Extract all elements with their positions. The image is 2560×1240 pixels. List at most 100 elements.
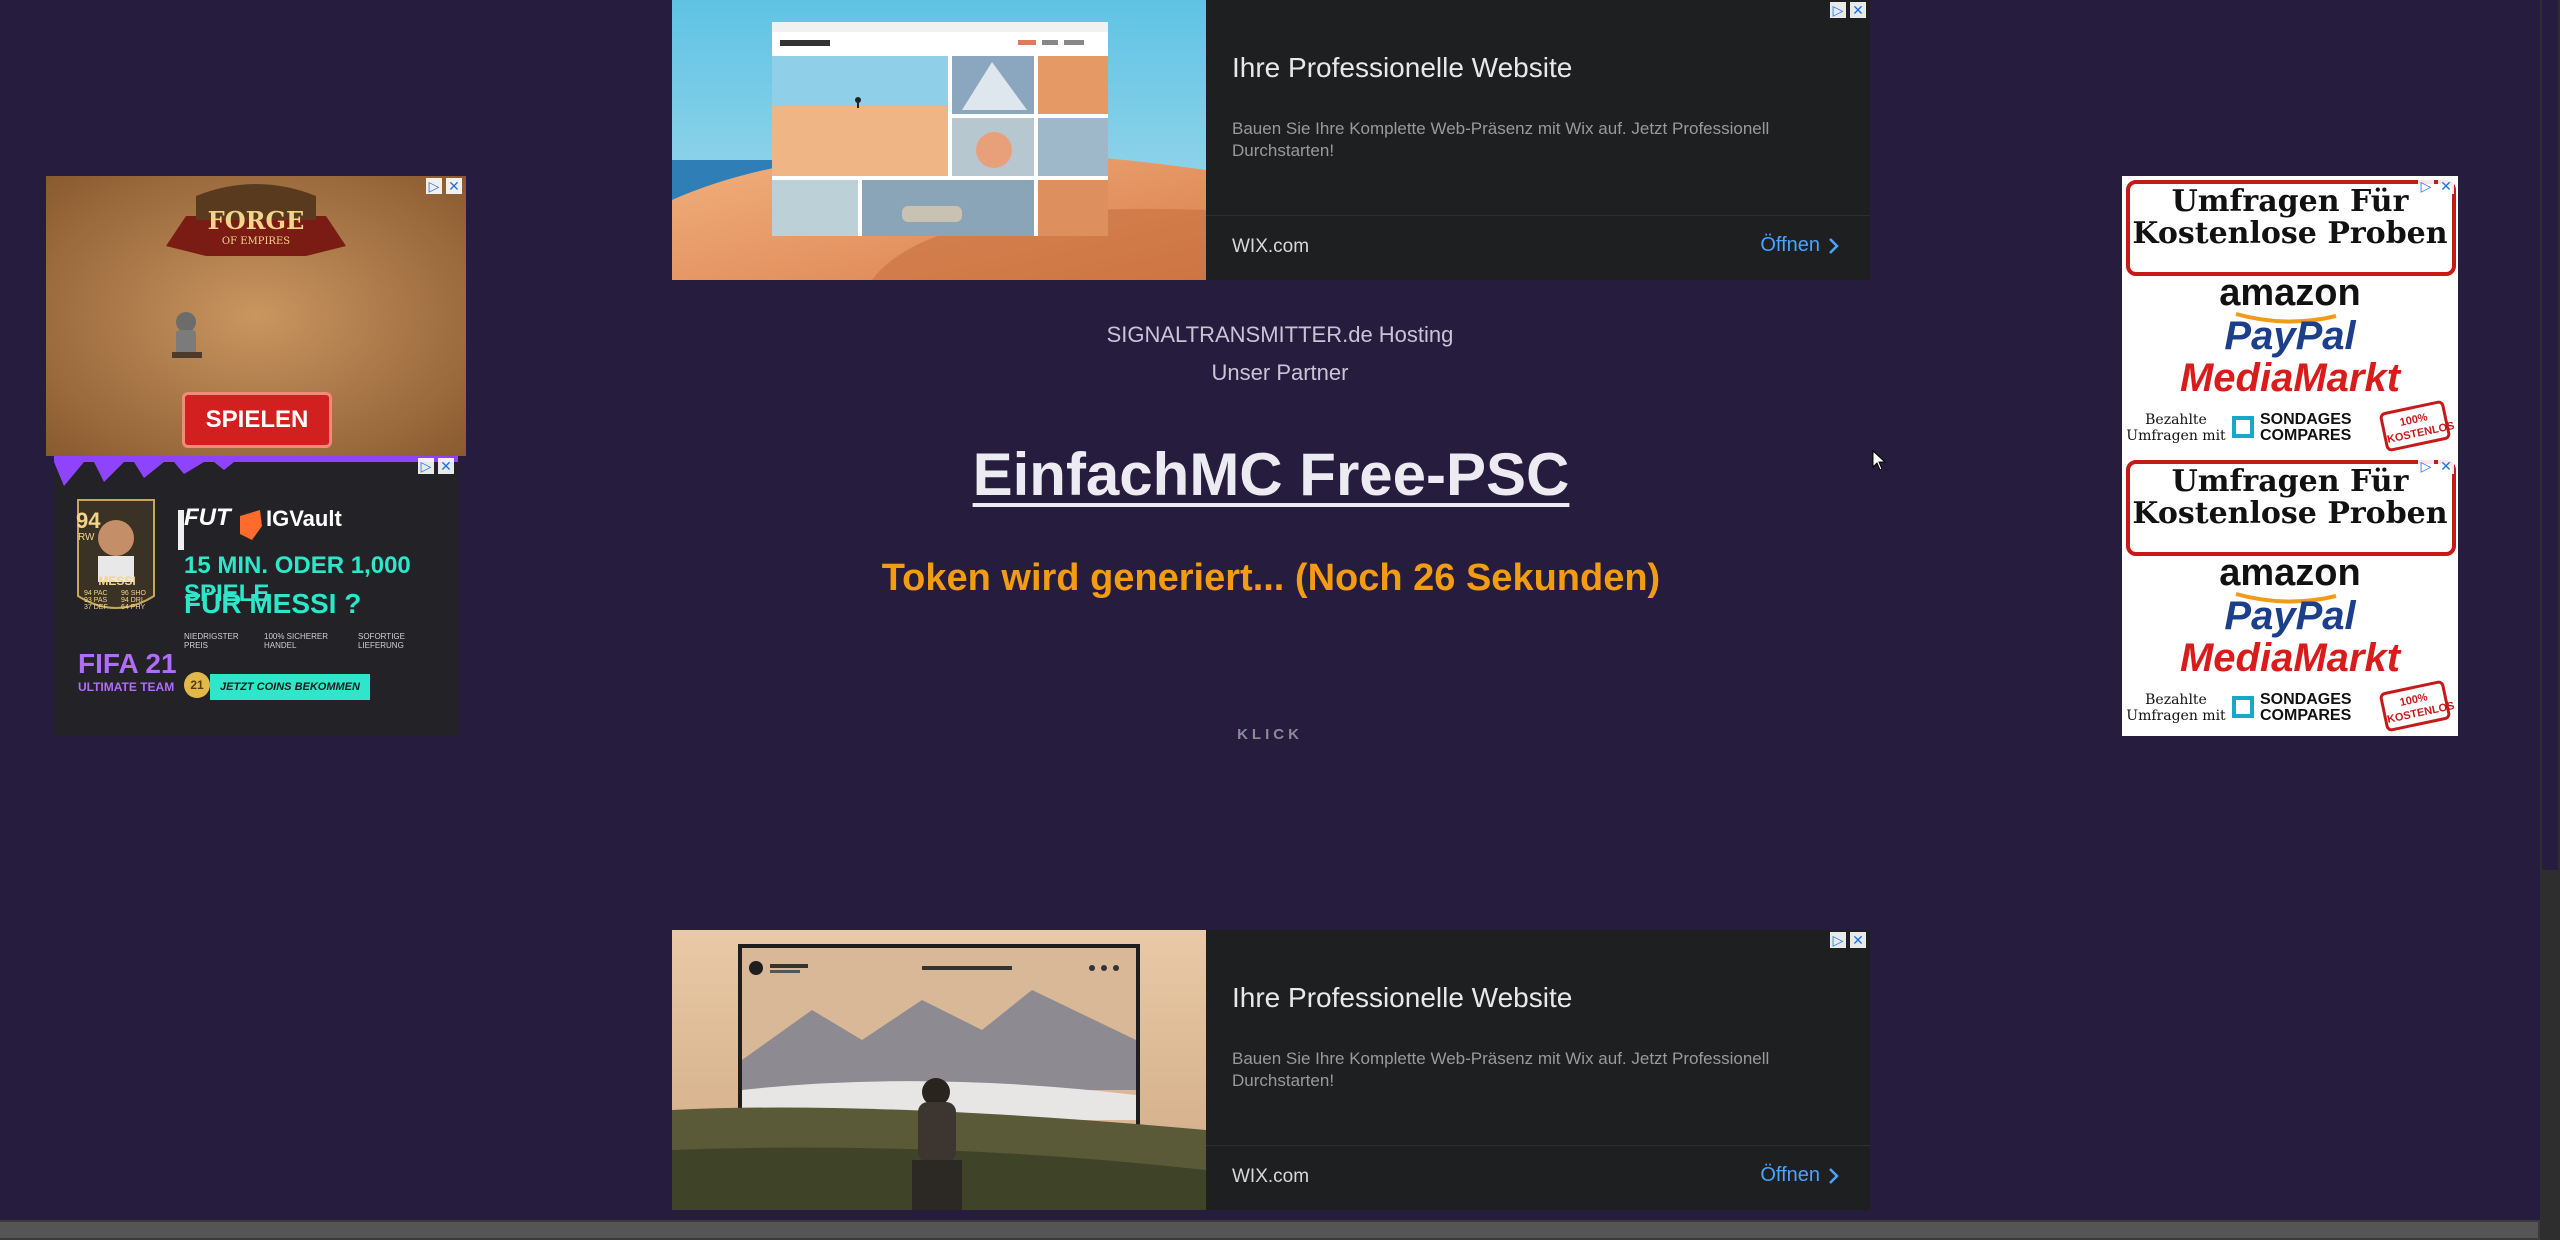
get-coins-button[interactable]: JETZT COINS BEKOMMEN <box>210 674 370 700</box>
amazon-logo: amazon <box>2219 272 2361 314</box>
survey-title-line1: Umfragen Für <box>2171 464 2409 499</box>
close-ad-icon[interactable]: ✕ <box>438 458 454 474</box>
survey-footer: Bezahlte Umfragen mit <box>2126 692 2226 724</box>
feature-item: SOFORTIGE LIEFERUNG <box>358 632 405 650</box>
adchoices-controls[interactable]: ▷ ✕ <box>1830 2 1866 18</box>
open-ad-label: Öffnen <box>1760 1164 1820 1186</box>
ad-description: Bauen Sie Ihre Komplette Web-Präsenz mit… <box>1232 119 1770 160</box>
token-status: Token wird generiert... (Noch 26 Sekunde… <box>881 557 1661 599</box>
fifa-features: NIEDRIGSTER PREIS 100% SICHERER HANDEL S… <box>184 632 428 650</box>
survey-title-line2: Kostenlose Proben <box>2132 216 2448 251</box>
survey-footer-line2: Umfragen mit <box>2126 708 2226 724</box>
card-stat: 93 PAS <box>84 597 108 604</box>
survey-title: Umfragen Für Kostenlose Proben <box>2122 466 2458 530</box>
adchoices-icon[interactable]: ▷ <box>426 178 442 194</box>
survey-title-line2: Kostenlose Proben <box>2132 496 2448 531</box>
card-stat: 64 PHY <box>121 604 146 611</box>
mouse-cursor-icon <box>1872 450 1887 471</box>
chevron-right-icon <box>1829 237 1839 254</box>
card-stat: 94 PAC <box>84 590 108 597</box>
adchoices-controls[interactable]: ▷ ✕ <box>2418 458 2454 474</box>
ad-domain[interactable]: WIX.com <box>1232 1166 1309 1188</box>
adchoices-icon[interactable]: ▷ <box>1830 932 1846 948</box>
sondages-logo-icon <box>2232 416 2254 438</box>
card-rating: 94 <box>76 508 101 533</box>
wix-ad-image[interactable] <box>672 930 1206 1210</box>
close-ad-icon[interactable]: ✕ <box>2438 458 2454 474</box>
vertical-scrollbar-thumb[interactable] <box>2542 0 2558 870</box>
adchoices-controls[interactable]: ▷ ✕ <box>2418 178 2454 194</box>
adchoices-controls[interactable]: ▷ ✕ <box>426 178 462 194</box>
adchoices-controls[interactable]: ▷ ✕ <box>418 458 454 474</box>
forge-logo-line2: OF EMPIRES <box>221 236 291 247</box>
ad-title[interactable]: Ihre Professionelle Website <box>1232 982 1572 1014</box>
scrollbar-corner <box>2540 1220 2560 1240</box>
sondages-logo: SONDAGES COMPARES <box>2260 412 2352 444</box>
paypal-logo: PayPal <box>2224 594 2356 638</box>
free-stamp: 100% KOSTENLOS <box>2378 679 2456 733</box>
fifa-game-subtitle: ULTIMATE TEAM <box>78 680 175 694</box>
sondages-logo-line1: SONDAGES <box>2260 411 2352 428</box>
horizontal-scrollbar-thumb[interactable] <box>0 1222 2538 1238</box>
survey-footer-line1: Bezahlte <box>2145 692 2207 708</box>
ad-description: Bauen Sie Ihre Komplette Web-Präsenz mit… <box>1232 1049 1770 1090</box>
survey-ad-1[interactable]: Umfragen Für Kostenlose Proben amazon Pa… <box>2122 176 2458 456</box>
close-ad-icon[interactable]: ✕ <box>2438 178 2454 194</box>
igvault-logo: IGVault <box>266 506 342 531</box>
feature-item: NIEDRIGSTER PREIS <box>184 632 239 650</box>
spielen-button[interactable]: SPIELEN <box>182 392 332 448</box>
open-ad-label: Öffnen <box>1760 234 1820 256</box>
coin-icon: 21 <box>184 672 210 698</box>
card-stat: 37 DEF <box>84 604 108 611</box>
survey-title-line1: Umfragen Für <box>2171 184 2409 219</box>
open-ad-button[interactable]: Öffnen <box>1760 234 1840 257</box>
sondages-logo-line2: COMPARES <box>2260 427 2352 444</box>
card-position: RW <box>78 532 95 543</box>
close-ad-icon[interactable]: ✕ <box>1850 932 1866 948</box>
card-stat: 96 SHO <box>121 590 146 597</box>
free-stamp: 100% KOSTENLOS <box>2378 399 2456 453</box>
partner-label: Unser Partner <box>1211 360 1349 385</box>
chevron-right-icon <box>1829 1167 1839 1184</box>
adchoices-icon[interactable]: ▷ <box>418 458 434 474</box>
igvault-fifa-ad[interactable]: 94 RW MESSI 94 PAC 96 SHO 93 PAS 94 DRI … <box>54 456 458 736</box>
sondages-logo-icon <box>2232 696 2254 718</box>
fut-logo: FUT <box>184 504 231 531</box>
adchoices-icon[interactable]: ▷ <box>2418 458 2434 474</box>
wix-ad-bottom[interactable]: ▷ ✕ Ihre Professionelle Website Bauen Si… <box>672 930 1870 1210</box>
partner-image-alt[interactable]: SIGNALTRANSMITTER.de Hosting <box>1090 322 1470 348</box>
card-stats: 94 PAC 96 SHO 93 PAS 94 DRI 37 DEF 64 PH… <box>84 590 154 611</box>
ad-divider <box>1206 215 1870 216</box>
ad-divider <box>1206 1145 1870 1146</box>
forge-of-empires-ad[interactable]: FORGE OF EMPIRES SPIELEN ▷ ✕ <box>46 176 466 456</box>
survey-footer-line2: Umfragen mit <box>2126 428 2226 444</box>
paypal-logo: PayPal <box>2224 314 2356 358</box>
survey-ad-2[interactable]: Umfragen Für Kostenlose Proben amazon Pa… <box>2122 456 2458 736</box>
sondages-logo-line1: SONDAGES <box>2260 691 2352 708</box>
mediamarkt-logo: MediaMarkt <box>2179 636 2401 680</box>
card-stat: 94 DRI <box>121 597 143 604</box>
page-title[interactable]: EinfachMC Free-PSC <box>672 440 1870 509</box>
close-ad-icon[interactable]: ✕ <box>1850 2 1866 18</box>
survey-title: Umfragen Für Kostenlose Proben <box>2122 186 2458 250</box>
amazon-logo: amazon <box>2219 552 2361 594</box>
adchoices-icon[interactable]: ▷ <box>1830 2 1846 18</box>
wix-ad-top[interactable]: ▷ ✕ Ihre Professionelle Website Bauen Si… <box>672 0 1870 280</box>
ad-domain[interactable]: WIX.com <box>1232 236 1309 258</box>
card-name: MESSI <box>98 574 136 588</box>
fifa-game-title: FIFA 21 <box>78 648 177 679</box>
adchoices-icon[interactable]: ▷ <box>2418 178 2434 194</box>
klick-button[interactable]: KLICK <box>1180 726 1360 743</box>
adchoices-controls[interactable]: ▷ ✕ <box>1830 932 1866 948</box>
forge-logo-line1: FORGE <box>207 206 305 235</box>
survey-footer-line1: Bezahlte <box>2145 412 2207 428</box>
survey-footer: Bezahlte Umfragen mit <box>2126 412 2226 444</box>
open-ad-button[interactable]: Öffnen <box>1760 1164 1840 1187</box>
ad-title[interactable]: Ihre Professionelle Website <box>1232 52 1572 84</box>
fifa-headline-2: FÜR MESSI ? <box>184 588 362 619</box>
feature-item: 100% SICHERER HANDEL <box>264 632 329 650</box>
sondages-logo-line2: COMPARES <box>2260 707 2352 724</box>
close-ad-icon[interactable]: ✕ <box>446 178 462 194</box>
mediamarkt-logo: MediaMarkt <box>2179 356 2401 400</box>
wix-ad-image[interactable] <box>672 0 1206 280</box>
